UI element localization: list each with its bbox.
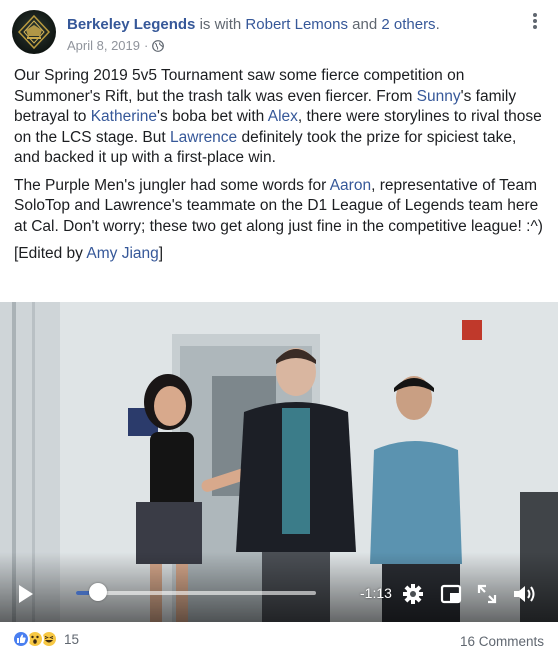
video-player[interactable]: [0, 302, 558, 622]
post-text-segment: 's boba bet with: [157, 108, 268, 125]
comments-count-link[interactable]: 16 Comments: [460, 634, 544, 649]
meta-separator: ·: [144, 38, 149, 53]
post-text-segment: Our Spring 2019 5v5 Tournament saw some …: [14, 67, 465, 105]
fullscreen-icon[interactable]: [476, 583, 498, 605]
video-progress-bar[interactable]: [76, 591, 316, 595]
video-progress-handle[interactable]: [88, 583, 107, 601]
mention-link[interactable]: Amy Jiang: [86, 245, 158, 262]
globe-icon[interactable]: [152, 39, 165, 52]
mention-link[interactable]: Lawrence: [170, 129, 237, 146]
page-name-link[interactable]: Berkeley Legends: [67, 16, 195, 33]
video-frame: [0, 302, 558, 622]
berkeley-legends-logo-icon: [17, 14, 51, 50]
and-text: and: [347, 16, 382, 33]
reactions-summary[interactable]: 15: [12, 630, 79, 648]
header-title-line: Berkeley Legends is with Robert Lemons a…: [67, 16, 440, 33]
period-text: .: [435, 16, 440, 33]
mention-link[interactable]: Katherine: [91, 108, 157, 125]
more-options-icon[interactable]: [524, 10, 546, 32]
picture-in-picture-icon[interactable]: [440, 583, 462, 605]
mention-link[interactable]: Alex: [268, 108, 298, 125]
post-text-segment: [Edited by: [14, 245, 87, 262]
post-paragraph-2: The Purple Men's jungler had some words …: [14, 176, 544, 238]
video-time-remaining: -1:13: [360, 585, 392, 601]
tagged-person-link[interactable]: Robert Lemons: [245, 16, 348, 33]
post-header: Berkeley Legends is with Robert Lemons a…: [12, 10, 546, 58]
post-text-segment: ]: [158, 245, 164, 262]
reaction-count: 15: [64, 631, 80, 647]
play-icon[interactable]: [17, 584, 35, 604]
post-paragraph-1: Our Spring 2019 5v5 Tournament saw some …: [14, 66, 544, 169]
post-paragraph-3: [Edited by Amy Jiang]: [14, 244, 544, 265]
settings-icon[interactable]: [402, 583, 424, 605]
post-meta: April 8, 2019 ·: [67, 38, 165, 53]
post-body: Our Spring 2019 5v5 Tournament saw some …: [14, 66, 544, 272]
like-icon: [12, 630, 30, 648]
is-with-text: is with: [195, 16, 246, 33]
post-text-segment: The Purple Men's jungler had some words …: [14, 176, 330, 194]
others-link[interactable]: 2 others: [381, 16, 435, 33]
page-avatar[interactable]: [12, 10, 56, 54]
mention-link[interactable]: Aaron: [330, 177, 371, 194]
mention-link[interactable]: Sunny: [417, 88, 461, 105]
volume-icon[interactable]: [512, 583, 538, 605]
post-date[interactable]: April 8, 2019: [67, 38, 140, 53]
